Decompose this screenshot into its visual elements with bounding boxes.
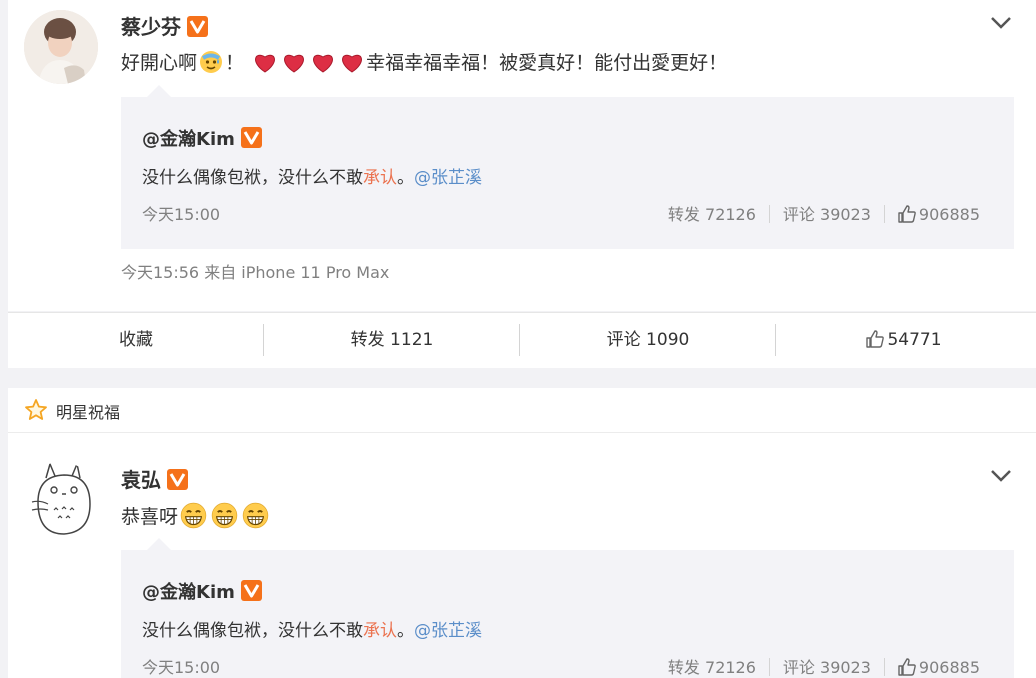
quoted-post[interactable]: @金瀚Kim 没什么偶像包袱，没什么不敢承认。@张芷溪 今天15:00 转发 7…	[121, 550, 1014, 678]
thumbs-up-icon[interactable]	[898, 205, 916, 223]
quoted-time[interactable]: 今天15:00	[142, 654, 220, 678]
thumbs-up-icon[interactable]	[898, 658, 916, 676]
like-button[interactable]: 54771	[776, 313, 1032, 368]
post-meta[interactable]: 今天15:56 来自 iPhone 11 Pro Max	[121, 259, 389, 283]
grin-emoji-icon	[211, 502, 238, 529]
post-text-part: 幸福幸福幸福！被愛真好！能付出愛更好！	[366, 52, 728, 74]
quoted-repost-count[interactable]: 转发 72126	[668, 205, 756, 224]
quoted-text-part: 没什么偶像包袱，没什么不敢	[142, 621, 363, 641]
verified-badge-icon	[167, 469, 188, 490]
chevron-down-icon[interactable]	[990, 469, 1012, 483]
quoted-text-part: 没什么偶像包袱，没什么不敢	[142, 168, 363, 188]
grin-emoji-icon	[180, 502, 207, 529]
quoted-text: 没什么偶像包袱，没什么不敢承认。@张芷溪	[142, 616, 482, 641]
post-text-part: 恭喜呀	[121, 506, 179, 528]
section-label: 明星祝福	[56, 403, 121, 422]
quoted-repost-count[interactable]: 转发 72126	[668, 658, 756, 677]
quoted-comment-count[interactable]: 评论 39023	[783, 658, 871, 677]
author-name-text[interactable]: 蔡少芬	[121, 15, 181, 39]
quoted-stats: 转发 72126 评论 39023 906885	[668, 201, 980, 225]
post-text: 恭喜呀	[121, 502, 271, 529]
verified-badge-icon	[240, 580, 262, 601]
quoted-text-part: 。	[397, 621, 414, 641]
section-header	[8, 388, 1036, 433]
post-text-part: 好開心啊	[121, 52, 198, 74]
quoted-keyword-link[interactable]: 承认	[363, 168, 397, 188]
quoted-author[interactable]: @金瀚Kim	[142, 125, 262, 151]
quoted-author[interactable]: @金瀚Kim	[142, 578, 262, 604]
sweat-emoji-icon	[200, 51, 223, 73]
like-count: 54771	[887, 330, 942, 350]
mention-link[interactable]: @张芷溪	[414, 168, 482, 188]
author-name-text[interactable]: 袁弘	[121, 468, 161, 492]
quoted-author-text[interactable]: @金瀚Kim	[142, 582, 235, 603]
quoted-comment-count[interactable]: 评论 39023	[783, 205, 871, 224]
favorite-button[interactable]: 收藏	[8, 313, 264, 368]
avatar[interactable]	[24, 10, 98, 84]
chevron-down-icon[interactable]	[990, 16, 1012, 30]
repost-button[interactable]: 转发 1121	[264, 313, 520, 368]
quoted-post[interactable]: @金瀚Kim 没什么偶像包袱，没什么不敢承认。@张芷溪 今天15:00 转发 7…	[121, 97, 1014, 249]
quoted-like-count[interactable]: 906885	[919, 658, 980, 677]
star-icon	[25, 399, 47, 420]
divider	[768, 658, 770, 676]
divider	[883, 658, 885, 676]
post-action-bar: 收藏 转发 1121 评论 1090 54771	[8, 312, 1036, 368]
grin-emoji-icon	[242, 502, 269, 529]
mention-link[interactable]: @张芷溪	[414, 621, 482, 641]
quoted-keyword-link[interactable]: 承认	[363, 621, 397, 641]
avatar[interactable]	[24, 462, 98, 536]
quoted-author-text[interactable]: @金瀚Kim	[142, 129, 235, 150]
verified-badge-icon	[187, 16, 208, 37]
post-text: 好開心啊 ！ 幸福幸福幸福！被愛真好！能付出愛更好！	[121, 48, 727, 75]
heart-icon	[283, 54, 304, 73]
quoted-time[interactable]: 今天15:00	[142, 201, 220, 225]
post-author-name[interactable]: 蔡少芬	[121, 11, 208, 40]
quoted-text: 没什么偶像包袱，没什么不敢承认。@张芷溪	[142, 163, 482, 188]
verified-badge-icon	[240, 127, 262, 148]
comment-button[interactable]: 评论 1090	[520, 313, 776, 368]
heart-icon	[341, 54, 362, 73]
quote-pointer	[147, 538, 171, 550]
quoted-like-count[interactable]: 906885	[919, 205, 980, 224]
post-author-name[interactable]: 袁弘	[121, 464, 188, 493]
avatar-photo-icon	[24, 10, 98, 84]
heart-icon	[254, 54, 275, 73]
quoted-stats: 转发 72126 评论 39023 906885	[668, 654, 980, 678]
avatar-totoro-icon	[24, 462, 98, 536]
divider	[883, 205, 885, 223]
heart-icon	[312, 54, 333, 73]
divider	[768, 205, 770, 223]
quoted-text-part: 。	[397, 168, 414, 188]
quote-pointer	[147, 85, 171, 97]
thumbs-up-icon	[866, 330, 885, 348]
post-text-part: ！	[225, 52, 245, 74]
